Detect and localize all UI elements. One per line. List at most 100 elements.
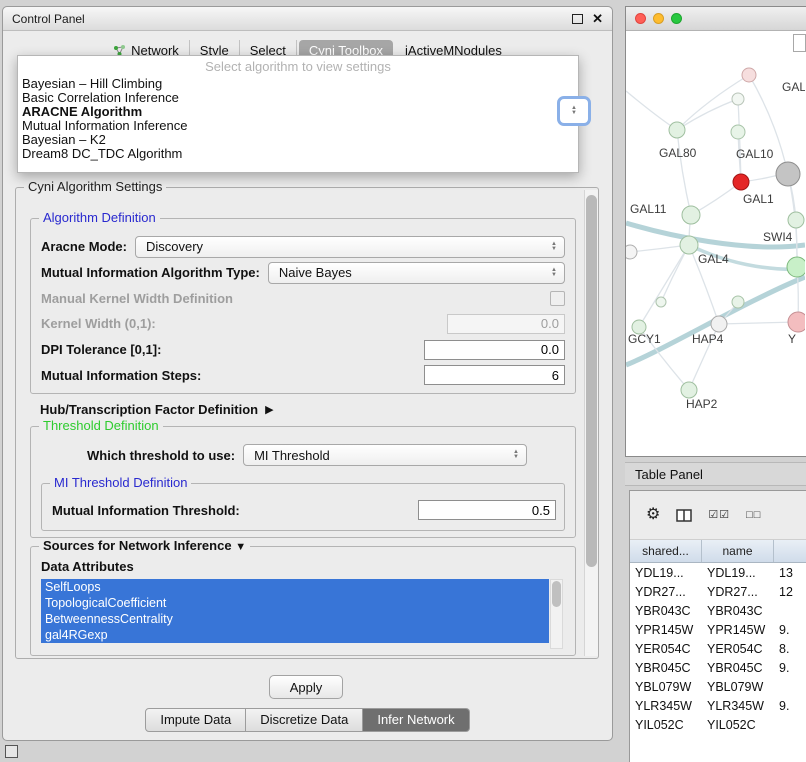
node: [742, 68, 756, 82]
column-header[interactable]: shared...: [630, 540, 702, 562]
settings-scrollbar[interactable]: [584, 190, 598, 656]
sources-group: Sources for Network Inference ▼ Data Att…: [30, 546, 576, 656]
column-header[interactable]: [774, 540, 806, 562]
zoom-traffic-light[interactable]: [671, 13, 682, 24]
algorithm-option[interactable]: Basic Correlation Inference: [18, 91, 578, 105]
attribute-item[interactable]: BetweennessCentrality: [41, 611, 549, 627]
table-row[interactable]: YBR045CYBR045C9.: [630, 658, 806, 677]
svg-text:GAL4: GAL4: [698, 252, 729, 266]
attribute-item[interactable]: SelfLoops: [41, 579, 549, 595]
columns-icon[interactable]: [676, 509, 692, 522]
apply-button[interactable]: Apply: [269, 675, 343, 699]
algorithm-option-selected[interactable]: ARACNE Algorithm: [18, 105, 578, 119]
node: [732, 93, 744, 105]
mi-threshold-label: Mutual Information Threshold:: [52, 503, 240, 518]
gear-icon[interactable]: ⚙: [646, 507, 660, 523]
svg-text:GCY1: GCY1: [628, 332, 661, 346]
table-row[interactable]: YPR145WYPR145W9.: [630, 620, 806, 639]
combo-arrows-icon: ▲▼: [546, 242, 562, 252]
svg-text:GAL11: GAL11: [630, 202, 667, 216]
svg-text:GAL10: GAL10: [736, 147, 774, 161]
node-hap2: [681, 382, 697, 398]
svg-text:GAL: GAL: [782, 80, 805, 94]
aracne-mode-label: Aracne Mode:: [41, 239, 127, 254]
which-threshold-label: Which threshold to use:: [87, 448, 235, 463]
manual-kernel-checkbox[interactable]: [550, 291, 565, 306]
hub-definition-section[interactable]: Hub/Transcription Factor Definition ▶: [40, 402, 274, 417]
algorithm-placeholder: Select algorithm to view settings: [18, 59, 578, 77]
minimize-traffic-light[interactable]: [653, 13, 664, 24]
collapse-down-icon[interactable]: ▼: [235, 541, 246, 553]
table-row[interactable]: YIL052CYIL052C: [630, 715, 806, 734]
which-threshold-combo[interactable]: MI Threshold ▲▼: [243, 444, 527, 466]
attribute-list: SelfLoops TopologicalCoefficient Between…: [41, 579, 563, 649]
sources-group-title[interactable]: Sources for Network Inference ▼: [39, 538, 250, 553]
settings-scrollbar-thumb[interactable]: [586, 195, 597, 567]
table-row[interactable]: YBR043CYBR043C: [630, 601, 806, 620]
algorithm-combo-button[interactable]: ▲▼: [557, 96, 591, 126]
aracne-mode-combo[interactable]: Discovery ▲▼: [135, 236, 565, 258]
table-row[interactable]: YDL19...YDL19...13: [630, 563, 806, 582]
attribute-list-scrollbar[interactable]: [550, 579, 563, 649]
table-row[interactable]: YBL079WYBL079W: [630, 677, 806, 696]
algorithm-dropdown-popup: Select algorithm to view settings Bayesi…: [17, 55, 579, 173]
algorithm-definition-group: Algorithm Definition Aracne Mode: Discov…: [30, 218, 576, 394]
settings-group-title: Cyni Algorithm Settings: [24, 179, 166, 194]
mi-type-combo[interactable]: Naive Bayes ▲▼: [268, 262, 565, 284]
network-canvas[interactable]: GAL GAL80 GAL10 GAL11 GAL1 SWI4 GAL4 GCY…: [626, 31, 805, 456]
table-body: YDL19...YDL19...13 YDR27...YDR27...12 YB…: [630, 563, 806, 734]
node: [732, 296, 744, 308]
cyni-mode-tabs: Impute Data Discretize Data Infer Networ…: [3, 708, 612, 732]
svg-text:GAL1: GAL1: [743, 192, 774, 206]
svg-text:HAP4: HAP4: [692, 332, 724, 346]
table-header-row: shared... name: [630, 540, 806, 563]
table-row[interactable]: YLR345WYLR345W9.: [630, 696, 806, 715]
table-toolbar: ⚙ ☑☑ □□: [630, 491, 806, 540]
hub-definition-label: Hub/Transcription Factor Definition: [40, 402, 258, 417]
close-traffic-light[interactable]: [635, 13, 646, 24]
collapsed-panel-icon[interactable]: [5, 745, 18, 758]
close-icon[interactable]: ✕: [592, 12, 603, 25]
mi-threshold-group-title: MI Threshold Definition: [50, 475, 191, 490]
algorithm-option[interactable]: Bayesian – K2: [18, 133, 578, 147]
network-window-titlebar: [626, 7, 806, 31]
column-header[interactable]: name: [702, 540, 774, 562]
attribute-item[interactable]: gal4RGexp: [41, 627, 549, 643]
kernel-width-field[interactable]: [447, 314, 565, 334]
tab-discretize-data[interactable]: Discretize Data: [246, 708, 363, 732]
node-gal10: [733, 174, 749, 190]
tab-infer-network[interactable]: Infer Network: [363, 708, 469, 732]
node: [626, 245, 637, 259]
algorithm-option[interactable]: Mutual Information Inference: [18, 119, 578, 133]
tab-impute-data[interactable]: Impute Data: [145, 708, 246, 732]
attribute-item[interactable]: TopologicalCoefficient: [41, 595, 549, 611]
table-row[interactable]: YDR27...YDR27...12: [630, 582, 806, 601]
svg-text:GAL80: GAL80: [659, 146, 697, 160]
mi-threshold-group: MI Threshold Definition Mutual Informati…: [41, 483, 565, 531]
mi-steps-field[interactable]: [424, 365, 565, 385]
network-view-window: GAL GAL80 GAL10 GAL11 GAL1 SWI4 GAL4 GCY…: [625, 6, 806, 457]
svg-text:SWI4: SWI4: [763, 230, 793, 244]
node: [669, 122, 685, 138]
table-row[interactable]: YER054CYER054C8.: [630, 639, 806, 658]
algorithm-option[interactable]: Bayesian – Hill Climbing: [18, 77, 578, 91]
svg-text:Y: Y: [788, 332, 796, 346]
control-panel-window: Control Panel ✕ Network Style Select: [2, 6, 613, 741]
mi-threshold-field[interactable]: [418, 500, 556, 520]
table-window: ⚙ ☑☑ □□ shared... name YDL19...YDL19...1…: [629, 490, 806, 762]
node: [787, 257, 805, 277]
expand-right-icon[interactable]: ▶: [265, 403, 273, 416]
dpi-tolerance-field[interactable]: [424, 340, 565, 360]
birdseye-toggle[interactable]: [793, 34, 806, 52]
node-gal1: [776, 162, 800, 186]
float-window-icon[interactable]: [572, 14, 583, 24]
node: [731, 125, 745, 139]
deselect-all-icon[interactable]: □□: [746, 510, 761, 521]
node-gal11: [682, 206, 700, 224]
algorithm-option[interactable]: Dream8 DC_TDC Algorithm: [18, 147, 578, 161]
select-all-icon[interactable]: ☑☑: [708, 510, 730, 521]
mi-type-label: Mutual Information Algorithm Type:: [41, 265, 260, 280]
node: [656, 297, 666, 307]
mi-steps-label: Mutual Information Steps:: [41, 368, 201, 383]
threshold-definition-title: Threshold Definition: [39, 418, 163, 433]
